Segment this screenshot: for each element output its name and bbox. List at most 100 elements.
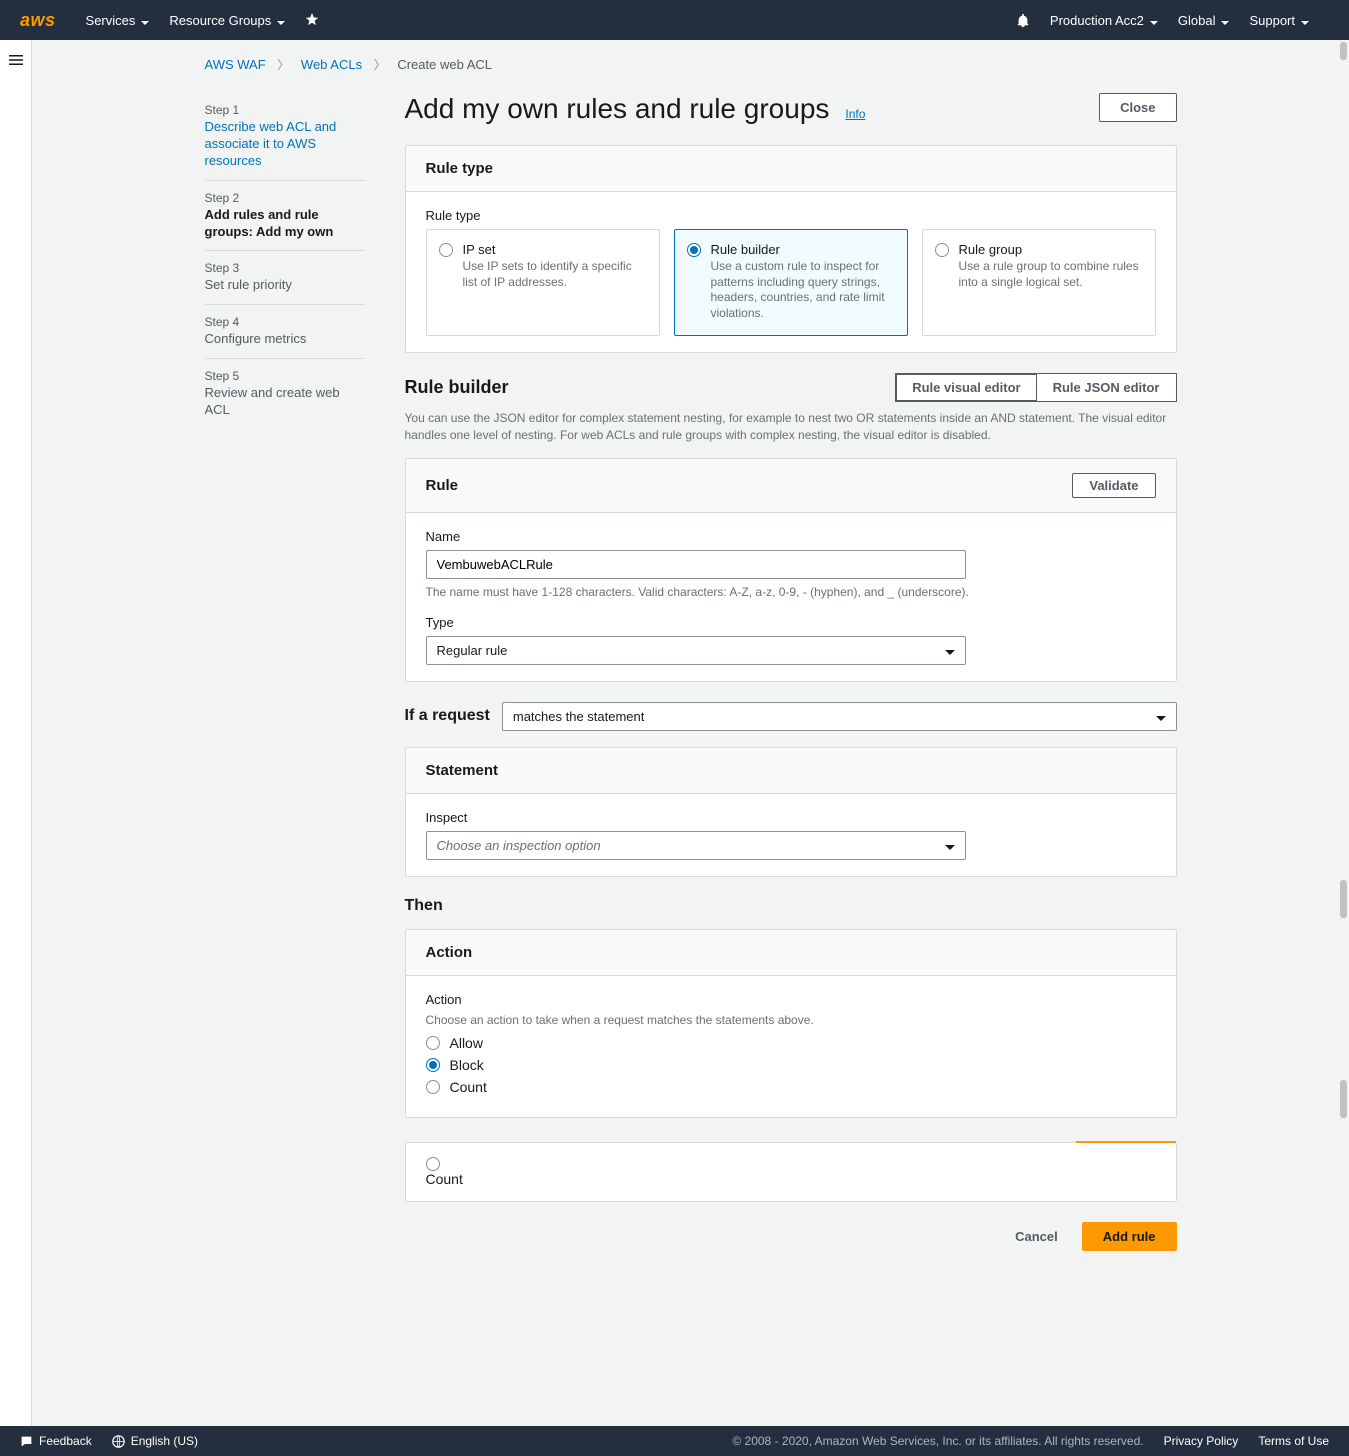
if-request-select[interactable]: matches the statement: [502, 702, 1177, 731]
step-num: Step 2: [205, 191, 365, 205]
page-title: Add my own rules and rule groups Info: [405, 93, 866, 125]
crumb-current: Create web ACL: [397, 57, 492, 72]
step-num: Step 5: [205, 369, 365, 383]
language-selector[interactable]: English (US): [112, 1434, 198, 1448]
chat-icon: [20, 1435, 33, 1448]
wizard-step-4[interactable]: Step 4 Configure metrics: [205, 305, 365, 359]
tile-ip-set[interactable]: IP set Use IP sets to identify a specifi…: [426, 229, 660, 336]
action-label: Action: [426, 992, 1156, 1007]
option-label: Allow: [450, 1035, 483, 1051]
support-menu[interactable]: Support: [1249, 13, 1309, 28]
feedback-label: Feedback: [39, 1434, 92, 1448]
wizard-step-5[interactable]: Step 5 Review and create web ACL: [205, 359, 365, 429]
terms-link[interactable]: Terms of Use: [1258, 1434, 1329, 1448]
add-rule-button[interactable]: Add rule: [1082, 1222, 1177, 1251]
action-count[interactable]: Count: [426, 1079, 1156, 1095]
if-request-label: If a request: [405, 707, 490, 725]
visual-editor-button[interactable]: Rule visual editor: [895, 373, 1035, 402]
resource-groups-label: Resource Groups: [169, 13, 271, 28]
option-label: Count: [450, 1079, 487, 1095]
then-label: Then: [405, 897, 1177, 915]
radio-icon: [426, 1157, 440, 1171]
rule-builder-desc: You can use the JSON editor for complex …: [405, 410, 1177, 444]
option-label: Block: [450, 1057, 484, 1073]
action-allow[interactable]: Allow: [426, 1035, 1156, 1051]
crumb-webacls[interactable]: Web ACLs: [301, 57, 362, 72]
type-label: Type: [426, 615, 1156, 630]
action-panel: Action Action Choose an action to take w…: [405, 929, 1177, 1118]
info-link[interactable]: Info: [845, 107, 865, 121]
side-toggle[interactable]: [0, 40, 32, 1426]
rule-name-input[interactable]: [426, 550, 966, 579]
footer: Feedback English (US) © 2008 - 2020, Ama…: [0, 1426, 1349, 1456]
rule-type-header: Rule type: [406, 146, 1176, 192]
step-num: Step 4: [205, 315, 365, 329]
option-label: Count: [426, 1171, 463, 1187]
extra-count-option[interactable]: Count: [426, 1157, 1156, 1187]
scroll-thumb[interactable]: [1340, 880, 1347, 918]
account-label: Production Acc2: [1050, 13, 1144, 28]
resource-groups-menu[interactable]: Resource Groups: [169, 13, 285, 28]
caret-down-icon: [945, 643, 955, 658]
notifications-icon[interactable]: [1016, 13, 1030, 27]
step-num: Step 3: [205, 261, 365, 275]
json-editor-button[interactable]: Rule JSON editor: [1036, 373, 1177, 402]
feedback-link[interactable]: Feedback: [20, 1434, 92, 1448]
validate-button[interactable]: Validate: [1072, 473, 1155, 498]
rule-type-label: Rule type: [426, 208, 1156, 223]
select-value: matches the statement: [513, 709, 645, 724]
rule-type-select[interactable]: Regular rule: [426, 636, 966, 665]
aws-logo[interactable]: aws: [20, 10, 56, 31]
action-block[interactable]: Block: [426, 1057, 1156, 1073]
globe-icon: [112, 1435, 125, 1448]
caret-down-icon: [1221, 13, 1229, 28]
crumb-waf[interactable]: AWS WAF: [205, 57, 266, 72]
services-menu[interactable]: Services: [86, 13, 150, 28]
services-label: Services: [86, 13, 136, 28]
name-help: The name must have 1-128 characters. Val…: [426, 585, 1156, 599]
orange-indicator: [1076, 1141, 1176, 1143]
radio-icon: [687, 243, 701, 257]
wizard-step-1[interactable]: Step 1 Describe web ACL and associate it…: [205, 93, 365, 181]
hamburger-icon: [8, 52, 24, 68]
wizard-steps: Step 1 Describe web ACL and associate it…: [205, 93, 365, 1251]
region-menu[interactable]: Global: [1178, 13, 1230, 28]
chevron-right-icon: 〉: [374, 58, 386, 72]
scroll-thumb[interactable]: [1340, 42, 1347, 60]
rule-type-panel: Rule type Rule type IP set Use IP sets t…: [405, 145, 1177, 353]
privacy-link[interactable]: Privacy Policy: [1164, 1434, 1239, 1448]
wizard-step-3[interactable]: Step 3 Set rule priority: [205, 251, 365, 305]
wizard-step-2[interactable]: Step 2 Add rules and rule groups: Add my…: [205, 181, 365, 252]
radio-icon: [935, 243, 949, 257]
inspect-select[interactable]: Choose an inspection option: [426, 831, 966, 860]
editor-mode-toggle: Rule visual editor Rule JSON editor: [895, 373, 1176, 402]
cancel-button[interactable]: Cancel: [1003, 1223, 1070, 1250]
radio-icon: [439, 243, 453, 257]
close-button[interactable]: Close: [1099, 93, 1176, 122]
tile-rule-group[interactable]: Rule group Use a rule group to combine r…: [922, 229, 1156, 336]
breadcrumb: AWS WAF 〉 Web ACLs 〉 Create web ACL: [205, 56, 1177, 73]
tile-title: IP set: [463, 242, 645, 257]
region-label: Global: [1178, 13, 1216, 28]
tile-desc: Use IP sets to identify a specific list …: [463, 259, 645, 290]
caret-down-icon: [277, 13, 285, 28]
tile-rule-builder[interactable]: Rule builder Use a custom rule to inspec…: [674, 229, 908, 336]
statement-header: Statement: [406, 748, 1176, 794]
pin-icon[interactable]: [305, 13, 319, 27]
chevron-right-icon: 〉: [277, 58, 289, 72]
page-title-text: Add my own rules and rule groups: [405, 93, 830, 125]
radio-icon: [426, 1080, 440, 1094]
account-menu[interactable]: Production Acc2: [1050, 13, 1158, 28]
step-title: Add rules and rule groups: Add my own: [205, 207, 365, 241]
caret-down-icon: [945, 838, 955, 853]
scroll-thumb[interactable]: [1340, 1080, 1347, 1118]
statement-panel: Statement Inspect Choose an inspection o…: [405, 747, 1177, 877]
rule-builder-heading: Rule builder: [405, 377, 509, 398]
step-title: Set rule priority: [205, 277, 365, 294]
step-title: Describe web ACL and associate it to AWS…: [205, 119, 365, 170]
rule-panel-title: Rule: [426, 477, 459, 494]
tile-desc: Use a rule group to combine rules into a…: [959, 259, 1141, 290]
scrollbar[interactable]: [1335, 40, 1349, 1426]
step-title: Configure metrics: [205, 331, 365, 348]
action-help: Choose an action to take when a request …: [426, 1013, 1156, 1027]
